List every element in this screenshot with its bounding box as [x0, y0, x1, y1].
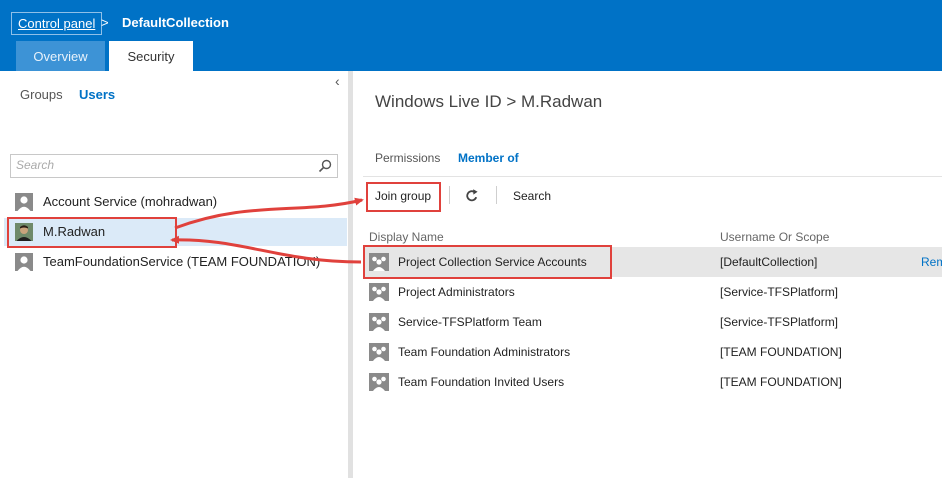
group-icon [369, 373, 389, 391]
user-name: M.Radwan [43, 224, 106, 239]
tab-security[interactable]: Security [109, 41, 193, 71]
search-icon[interactable] [317, 158, 333, 174]
toolbar-divider [496, 186, 497, 204]
group-icon [369, 313, 389, 331]
toolbar-divider [449, 186, 450, 204]
breadcrumb-control-panel-link[interactable]: Control panel [11, 12, 103, 35]
user-photo-icon [15, 223, 33, 241]
group-row[interactable]: Project Collection Service Accounts [Def… [365, 247, 942, 277]
tab-overview[interactable]: Overview [16, 41, 105, 71]
group-icon [369, 253, 389, 271]
group-name: Team Foundation Invited Users [398, 375, 565, 389]
remove-link[interactable]: Rem [921, 255, 942, 269]
group-scope: [TEAM FOUNDATION] [720, 375, 842, 389]
user-avatar-icon [15, 193, 33, 211]
collapse-pane-icon[interactable]: ‹ [335, 73, 340, 89]
group-name: Team Foundation Administrators [398, 345, 571, 359]
group-scope: [Service-TFSPlatform] [720, 315, 839, 329]
tab-permissions[interactable]: Permissions [375, 151, 440, 165]
group-name: Project Administrators [398, 285, 515, 299]
group-row[interactable]: Service-TFSPlatform Team [Service-TFSPla… [365, 307, 942, 337]
group-icon [369, 283, 389, 301]
tab-member-of[interactable]: Member of [458, 151, 519, 165]
refresh-icon[interactable] [464, 188, 480, 204]
tab-groups[interactable]: Groups [20, 87, 63, 102]
breadcrumb-current: DefaultCollection [122, 15, 229, 30]
join-group-button[interactable]: Join group [375, 189, 431, 203]
group-name: Service-TFSPlatform Team [398, 315, 542, 329]
user-item-teamfoundationservice[interactable]: TeamFoundationService (TEAM FOUNDATION) [4, 248, 347, 276]
user-avatar-icon [15, 253, 33, 271]
group-name: Project Collection Service Accounts [398, 255, 587, 269]
group-row[interactable]: Project Administrators [Service-TFSPlatf… [365, 277, 942, 307]
breadcrumb-separator: > [101, 15, 109, 30]
group-scope: [Service-TFSPlatform] [720, 285, 839, 299]
group-row[interactable]: Team Foundation Administrators [TEAM FOU… [365, 337, 942, 367]
group-scope: [DefaultCollection] [720, 255, 818, 269]
column-header-display-name[interactable]: Display Name [369, 230, 444, 244]
user-item-m-radwan[interactable]: M.Radwan [4, 218, 347, 246]
search-button[interactable]: Search [513, 189, 551, 203]
group-icon [369, 343, 389, 361]
user-name: Account Service (mohradwan) [43, 194, 218, 209]
user-item-account-service[interactable]: Account Service (mohradwan) [4, 188, 347, 216]
user-search-input[interactable] [11, 155, 306, 175]
column-header-scope[interactable]: Username Or Scope [720, 230, 829, 244]
group-scope: [TEAM FOUNDATION] [720, 345, 842, 359]
user-name: TeamFoundationService (TEAM FOUNDATION) [43, 254, 321, 269]
group-row[interactable]: Team Foundation Invited Users [TEAM FOUN… [365, 367, 942, 397]
tab-users[interactable]: Users [79, 87, 115, 102]
page-title: Windows Live ID > M.Radwan [375, 92, 603, 111]
user-search-box [10, 154, 338, 178]
tab-divider [363, 176, 942, 177]
